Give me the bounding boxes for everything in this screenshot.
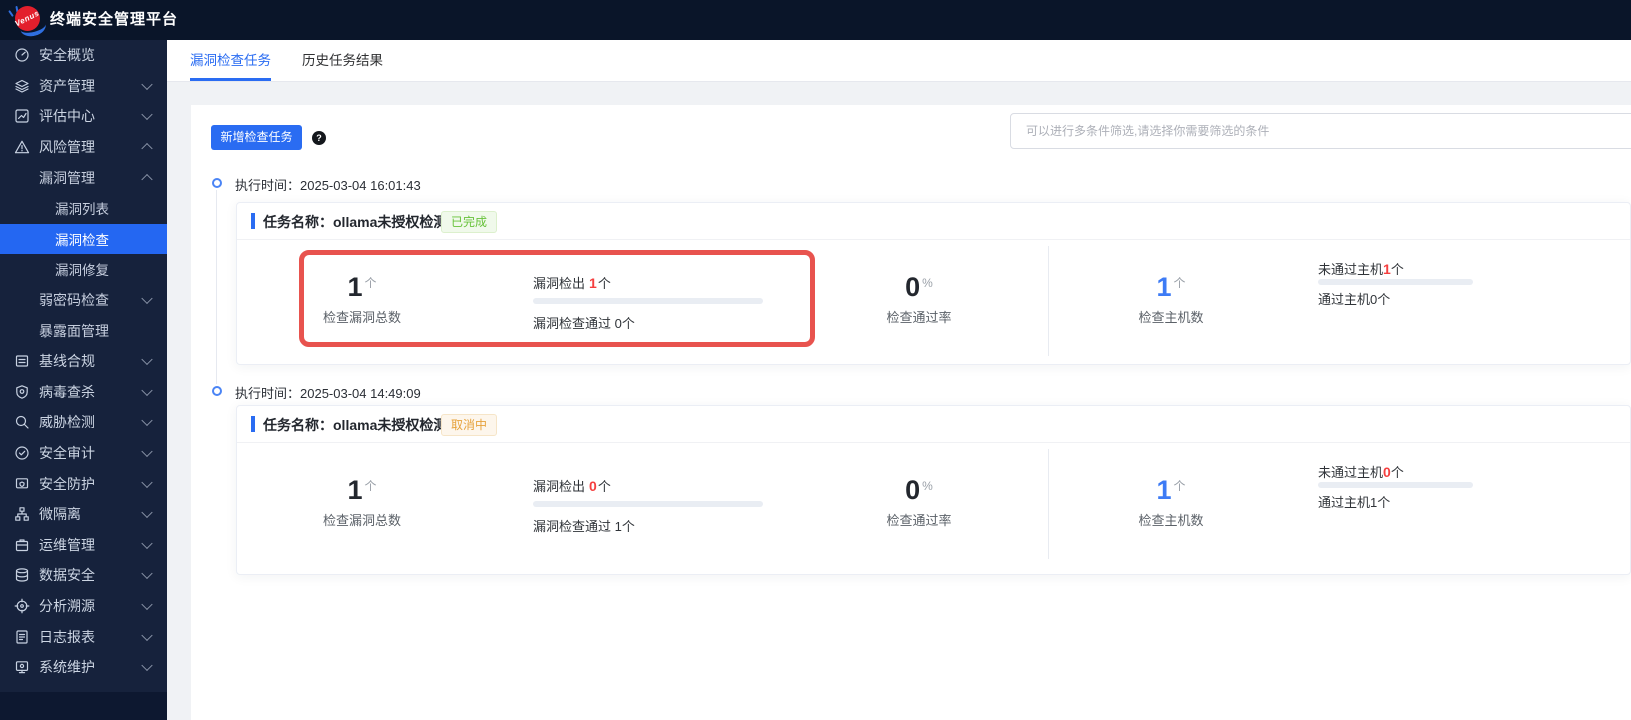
sidebar-item-analysis-trace[interactable]: 分析溯源 <box>0 591 167 622</box>
chevron-down-icon <box>141 353 153 366</box>
chevron-down-icon <box>141 109 153 121</box>
chevron-down-icon <box>141 415 153 427</box>
chart-icon <box>14 108 30 124</box>
sidebar-item-security-audit[interactable]: 安全审计 <box>0 438 167 469</box>
sidebar-item-vuln-check[interactable]: 漏洞检查 <box>0 223 167 255</box>
search-icon <box>14 414 30 430</box>
sidebar-item-asset-mgmt[interactable]: 资产管理 <box>0 71 167 102</box>
chevron-up-icon <box>141 173 153 185</box>
timeline-connector <box>216 190 217 384</box>
sidebar-item-log-report[interactable]: 日志报表 <box>0 621 167 652</box>
sidebar-item-vuln-list[interactable]: 漏洞列表 <box>0 193 167 224</box>
app-title: 终端安全管理平台 <box>50 11 179 28</box>
progress-bar <box>1318 279 1473 285</box>
system-icon <box>14 659 30 675</box>
timeline-dot <box>212 178 222 188</box>
baseline-icon <box>14 353 30 369</box>
sidebar-footer[interactable] <box>0 692 167 720</box>
sidebar-item-vuln-mgmt[interactable]: 漏洞管理 <box>0 162 167 193</box>
sidebar-item-security-overview[interactable]: 安全概览 <box>0 40 167 71</box>
sidebar-item-assess-center[interactable]: 评估中心 <box>0 101 167 132</box>
vertical-divider <box>1048 449 1049 559</box>
chevron-down-icon <box>141 659 153 672</box>
chevron-up-icon <box>141 143 153 155</box>
header-bar: Venus 终端安全管理平台 <box>0 0 1631 40</box>
sidebar-item-vuln-fix[interactable]: 漏洞修复 <box>0 254 167 285</box>
add-check-task-button[interactable]: 新增检查任务 <box>211 125 302 150</box>
chevron-down-icon <box>141 445 153 458</box>
stat-pass-rate: 0% 检查通过率 <box>886 475 952 528</box>
database-icon <box>14 567 30 583</box>
chevron-down-icon <box>141 506 153 519</box>
virus-shield-icon <box>14 384 30 400</box>
warning-icon <box>14 139 30 155</box>
detect-count: 0 <box>589 478 597 494</box>
annotation-highlight-box <box>299 250 815 347</box>
host-fail-count: 1 <box>1383 261 1391 277</box>
stat-host-count: 1个 检查主机数 <box>1138 475 1204 528</box>
progress-bar <box>533 501 763 507</box>
stat-host-count: 1个 检查主机数 <box>1138 272 1204 325</box>
chevron-down-icon <box>141 537 153 549</box>
chevron-down-icon <box>141 384 153 396</box>
stat-vuln-total: 1个 检查漏洞总数 <box>322 475 401 528</box>
filter-input[interactable] <box>1010 113 1631 149</box>
timeline-dot <box>212 386 222 396</box>
chevron-down-icon <box>141 629 153 641</box>
app-logo-icon: Venus <box>8 4 48 39</box>
sidebar-item-security-protect[interactable]: 安全防护 <box>0 468 167 499</box>
stat-host-pass-group: 未通过主机1个 通过主机0个 <box>1318 203 1473 364</box>
progress-bar <box>1318 482 1473 488</box>
report-icon <box>14 629 30 645</box>
tab-vuln-check-tasks[interactable]: 漏洞检查任务 <box>190 40 271 81</box>
sidebar-item-micro-segmentation[interactable]: 微隔离 <box>0 499 167 530</box>
sidebar-item-ops-mgmt[interactable]: 运维管理 <box>0 530 167 561</box>
stat-host-pass-group: 未通过主机0个 通过主机1个 <box>1318 406 1473 574</box>
status-badge: 已完成 <box>441 211 498 233</box>
title-accent-bar <box>251 416 255 432</box>
monitor-shield-icon <box>14 476 30 492</box>
gauge-icon <box>14 47 30 63</box>
sidebar-item-exposure-mgmt[interactable]: 暴露面管理 <box>0 315 167 346</box>
tab-history-results[interactable]: 历史任务结果 <box>302 40 383 81</box>
chevron-down-icon <box>141 568 153 580</box>
sidebar-item-virus-scan[interactable]: 病毒查杀 <box>0 377 167 408</box>
stat-pass-rate: 0% 检查通过率 <box>886 272 952 325</box>
task-card: 任务名称：ollama未授权检测 取消中 1个 检查漏洞总数 漏洞检出 0个 漏洞… <box>236 405 1631 575</box>
chevron-down-icon <box>141 476 153 488</box>
sidebar-item-risk-mgmt[interactable]: 风险管理 <box>0 132 167 163</box>
exec-time-label: 执行时间：2025-03-04 14:49:09 <box>235 386 421 401</box>
stat-vuln-detect-group: 漏洞检出 0个 漏洞检查通过 1个 <box>533 406 763 574</box>
chevron-down-icon <box>141 292 153 305</box>
vertical-divider <box>1048 246 1049 356</box>
exec-time-label: 执行时间：2025-03-04 16:01:43 <box>235 178 421 193</box>
host-fail-count: 0 <box>1383 464 1391 480</box>
ops-icon <box>14 537 30 553</box>
crosshair-icon <box>14 598 30 614</box>
status-badge: 取消中 <box>441 414 498 436</box>
tab-bar: 漏洞检查任务 历史任务结果 <box>167 40 1631 82</box>
sidebar-item-weak-password-check[interactable]: 弱密码检查 <box>0 285 167 316</box>
help-icon[interactable]: ? <box>312 131 326 145</box>
network-icon <box>14 506 30 522</box>
sidebar-item-system-maintenance[interactable]: 系统维护 <box>0 652 167 683</box>
shield-check-icon <box>14 445 30 461</box>
title-accent-bar <box>251 213 255 229</box>
chevron-down-icon <box>141 78 153 90</box>
sidebar-item-data-security[interactable]: 数据安全 <box>0 560 167 591</box>
sidebar-item-threat-detect[interactable]: 威胁检测 <box>0 407 167 438</box>
sidebar: 安全概览 资产管理 评估中心 风险管理 漏洞管理 漏洞列表 漏洞检查 漏洞修复 … <box>0 40 167 692</box>
layers-icon <box>14 78 30 94</box>
sidebar-item-baseline-compliance[interactable]: 基线合规 <box>0 346 167 377</box>
chevron-down-icon <box>141 598 153 611</box>
